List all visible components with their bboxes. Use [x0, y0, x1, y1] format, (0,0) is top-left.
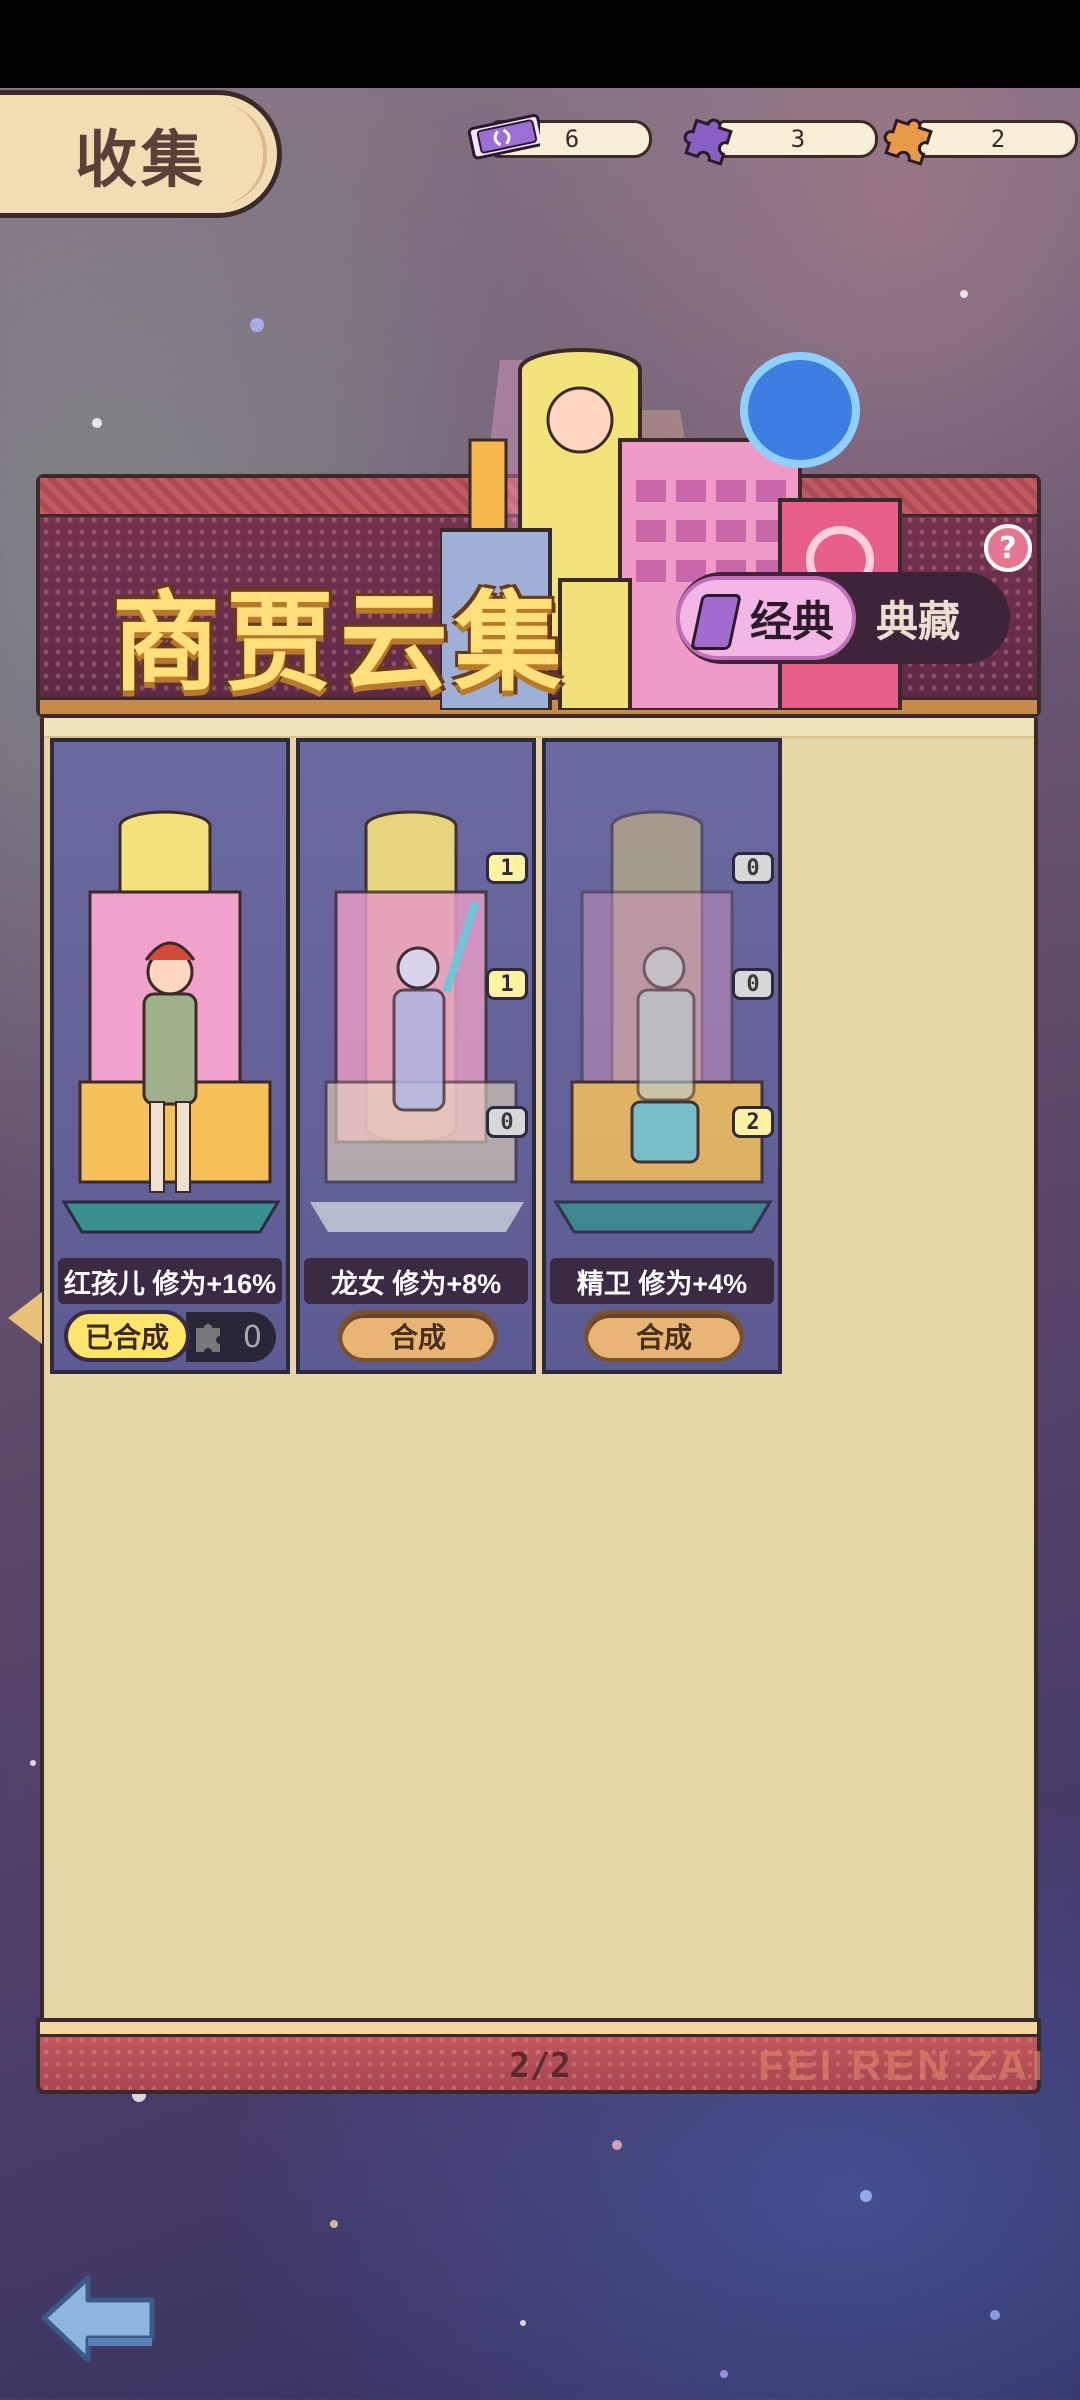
collection-card-honghaier[interactable]: 红孩儿 修为+16% 0 已合成 — [50, 738, 290, 1374]
collection-card-jingwei[interactable]: 0 0 2 精卫 修为+4% 合成 — [542, 738, 782, 1374]
status-bar — [0, 0, 1080, 88]
card-name: 红孩儿 修为+16% — [58, 1258, 282, 1304]
orange-puzzle-icon — [883, 118, 933, 166]
watermark-text: FEI REN ZAI — [758, 2042, 1048, 2089]
page-title-pill: 收集 — [0, 90, 282, 218]
fragment-badge: 1 — [486, 968, 528, 1000]
ticket-icon — [467, 113, 540, 160]
fragment-badge: 0 — [486, 1106, 528, 1138]
page-title: 收集 — [74, 126, 207, 195]
collection-card-longnv[interactable]: 1 1 0 龙女 修为+8% 合成 — [296, 738, 536, 1374]
prev-page-arrow-icon[interactable] — [8, 1292, 42, 1344]
puzzle-icon — [196, 1324, 220, 1352]
ticket-counter: 6 — [462, 113, 662, 160]
synthesized-button[interactable]: 已合成 — [64, 1310, 190, 1362]
piece-count-value: 0 — [242, 1319, 262, 1355]
synthesize-button[interactable]: 合成 — [584, 1310, 744, 1362]
purple-puzzle-count: 3 — [718, 120, 878, 158]
help-button[interactable]: ? — [984, 524, 1032, 572]
collection-toggle[interactable]: 经典 典藏 — [676, 572, 1010, 664]
fragment-badge: 1 — [486, 852, 528, 884]
card-icon — [690, 594, 742, 650]
banner-title: 商贾云集 — [112, 582, 569, 703]
purple-puzzle-counter: 3 — [683, 118, 888, 166]
purple-puzzle-icon — [683, 118, 733, 166]
character-art-honghaier — [61, 810, 281, 1234]
tab-classic[interactable]: 经典 — [676, 576, 856, 660]
fragment-badge: 0 — [732, 968, 774, 1000]
orange-puzzle-counter: 2 — [883, 118, 1080, 166]
piece-count: 0 — [186, 1312, 276, 1362]
tab-collection-label: 典藏 — [876, 597, 961, 645]
tab-classic-label: 经典 — [749, 597, 834, 645]
tab-collection[interactable]: 典藏 — [876, 572, 960, 664]
card-name: 龙女 修为+8% — [304, 1258, 528, 1304]
orange-puzzle-count: 2 — [918, 120, 1078, 158]
back-arrow-icon[interactable] — [36, 2268, 162, 2368]
card-name: 精卫 修为+4% — [550, 1258, 774, 1304]
fragment-badge: 2 — [732, 1106, 774, 1138]
synthesize-button[interactable]: 合成 — [338, 1310, 498, 1362]
fragment-badge: 0 — [732, 852, 774, 884]
